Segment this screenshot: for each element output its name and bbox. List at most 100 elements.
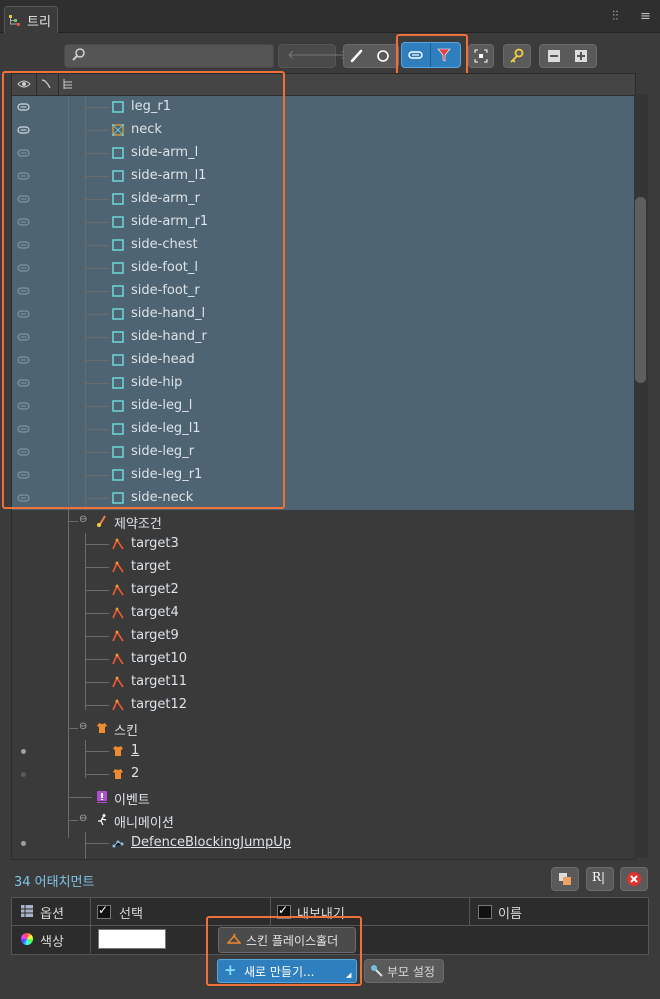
focus-frame-icon [474,49,488,63]
constraints-group-row[interactable]: ⊖ 제약조건 [12,510,635,533]
animations-group-row[interactable]: ⊖ 애니메이션 [12,809,635,832]
constraint-row[interactable]: target12 [12,694,635,717]
constraint-row[interactable]: target10 [12,648,635,671]
ik-constraint-icon [112,676,124,688]
name-label: 이름 [498,907,522,922]
panel-button-group [539,44,597,68]
ik-constraint-icon [112,607,124,619]
skin-placeholder-button[interactable]: 스킨 플레이스홀더 [218,927,356,953]
ik-constraint-icon [112,561,124,573]
key-button[interactable] [503,44,531,68]
delete-icon [627,872,641,886]
settings-sliders-icon[interactable]: ⫶⫶ [612,9,619,24]
skins-group-row[interactable]: ⊖ 스킨 [12,717,635,740]
key-icon [510,48,524,63]
constraint-row[interactable]: target [12,556,635,579]
collapse-toggle-icon[interactable]: ⊖ [79,721,87,732]
copy-button[interactable] [551,867,579,891]
color-wheel-icon [21,933,33,945]
brush-group [343,44,399,68]
tab-label: 트리 [27,15,51,30]
active-dot [21,841,26,846]
attachment-toggle-icon[interactable] [408,49,424,61]
tab-bar: 트리 ⫶⫶ ≡ [0,0,660,33]
select-checkbox[interactable] [97,903,111,919]
collapse-icon[interactable] [547,49,561,63]
set-parent-button[interactable]: 부모 설정 [364,959,444,983]
constraint-row[interactable]: target4 [12,602,635,625]
collapse-toggle-icon[interactable]: ⊖ [79,813,87,824]
expand-icon[interactable] [574,49,588,63]
skins-label: 스킨 [114,724,138,739]
scrollbar-thumb[interactable] [635,197,646,383]
animations-label: 애니메이션 [114,816,174,831]
skin-icon [113,746,123,756]
search-icon [72,48,85,61]
menu-icon[interactable]: ≡ [640,9,651,24]
animation-row[interactable]: DefenceBlockingJumpUp [12,832,635,855]
constraint-icon [97,515,106,527]
set-parent-label: 부모 설정 [387,965,435,979]
animation-label: DefenceBlockingJumpUp [131,835,291,850]
constraint-label: target3 [131,536,179,551]
constraint-label: target11 [131,674,188,689]
rename-icon: R| [592,870,606,884]
skin-row[interactable]: 2 [12,763,635,786]
skin-label: 1 [131,743,140,758]
skin-label: 2 [131,766,140,781]
attachment-count: 34 어태치먼트 [14,875,95,890]
options-label: 옵션 [40,907,64,922]
constraint-row[interactable]: target9 [12,625,635,648]
filter-group [401,42,461,68]
skin-active-dot[interactable] [21,749,26,754]
ik-constraint-icon [112,630,124,642]
animation-clip-icon [112,840,124,848]
collapse-toggle-icon[interactable]: ⊖ [79,514,87,525]
constraints-label: 제약조건 [114,517,162,532]
ik-constraint-icon [112,653,124,665]
constraint-row[interactable]: target11 [12,671,635,694]
animation-running-icon [98,814,107,826]
constraint-label: target12 [131,697,188,712]
events-group-row[interactable]: 이벤트 [12,786,635,809]
events-label: 이벤트 [114,793,150,808]
focus-button[interactable] [468,44,494,68]
constraint-row[interactable]: target2 [12,579,635,602]
search-input[interactable] [64,44,274,68]
name-checkbox[interactable] [478,905,492,919]
filter-icon[interactable] [437,48,451,62]
duplicate-icon [559,873,571,885]
skin-row[interactable]: 1 [12,740,635,763]
options-header: 옵션 [12,898,91,925]
rename-button[interactable]: R| [586,867,614,891]
constraint-row[interactable]: target3 [12,533,635,556]
color-header: 색상 [12,926,91,953]
ik-constraint-icon [112,584,124,596]
plus-icon: + [224,961,237,979]
set-parent-icon [371,965,383,977]
name-cell[interactable]: 이름 [470,898,647,925]
select-label: 선택 [119,907,143,922]
hanger-icon [227,933,241,944]
event-icon [97,791,107,803]
color-swatch[interactable] [98,929,166,949]
skin-placeholder-label: 스킨 플레이스홀더 [246,934,339,948]
table-icon [21,905,33,917]
circle-icon[interactable] [376,49,390,63]
skin-active-dot[interactable] [21,772,26,777]
color-label: 색상 [40,935,64,950]
skin-icon [113,769,123,779]
skin-icon [97,723,107,733]
constraint-label: target2 [131,582,179,597]
new-label: 새로 만들기... [244,965,315,979]
tree-icon [9,15,20,26]
nav-button-group: 🡐 🡒 [278,44,348,68]
new-button[interactable]: + 새로 만들기... ◢ [217,959,357,983]
brush-icon[interactable] [350,49,364,63]
delete-button[interactable] [620,867,648,891]
ik-constraint-icon [112,538,124,550]
dropdown-corner-icon: ◢ [346,971,352,979]
constraint-label: target [131,559,171,574]
constraint-label: target10 [131,651,188,666]
tab-tree[interactable]: 트리 [4,6,58,33]
